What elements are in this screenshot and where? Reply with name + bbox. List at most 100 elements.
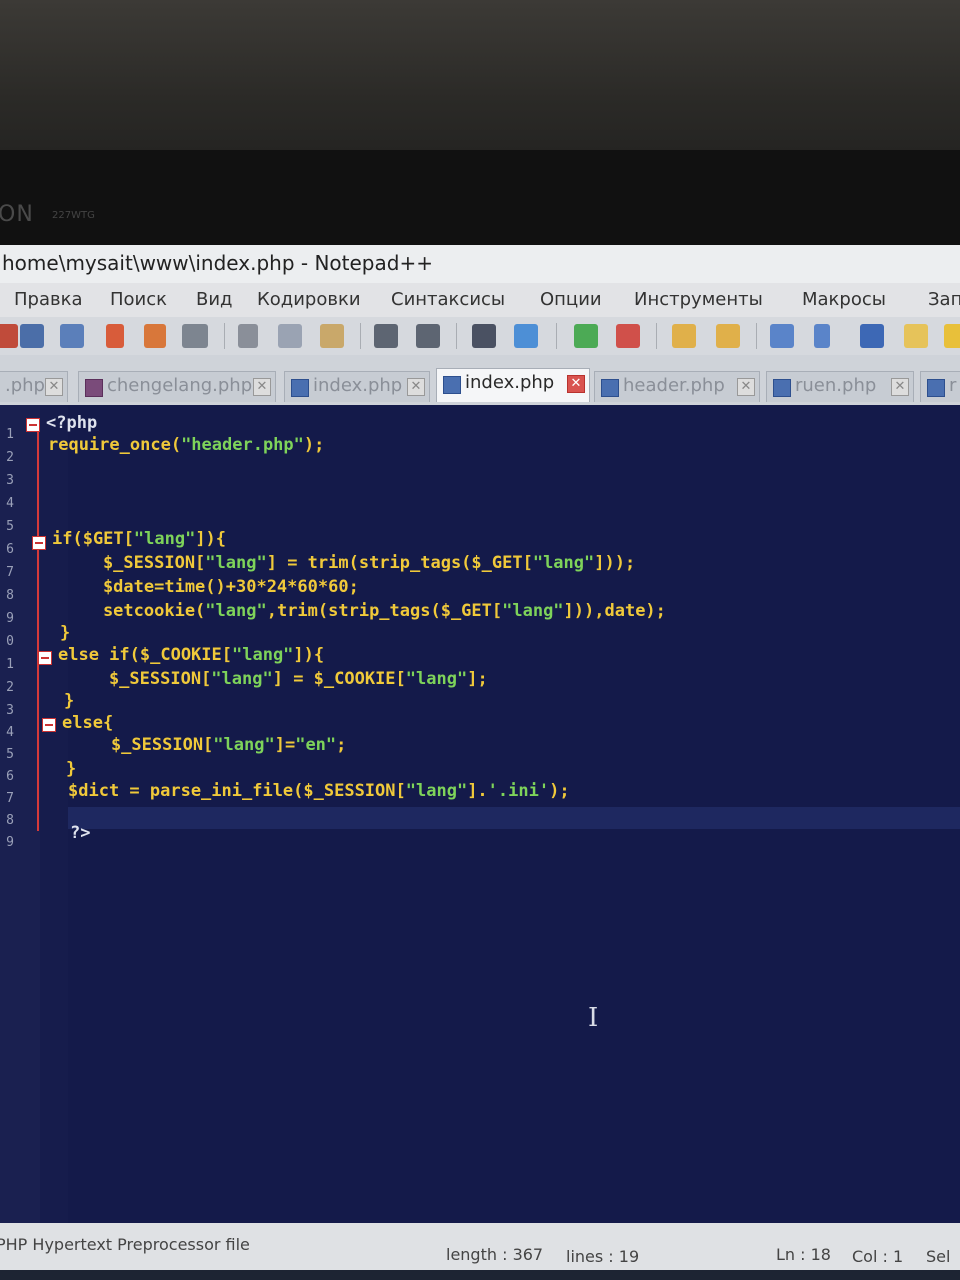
file-icon [927,379,945,397]
line-number: 6 [6,542,14,557]
code-line-10: } [60,623,71,643]
menu-encoding[interactable]: Кодировки [257,289,361,310]
fold-toggle-icon[interactable] [32,536,46,550]
tab-index-1[interactable]: index.php ✕ [284,371,430,402]
line-number: 4 [6,496,14,511]
tab-header[interactable]: header.php ✕ [594,371,760,402]
file-icon [773,379,791,397]
paste-icon[interactable] [320,324,344,348]
folder-icon[interactable] [904,324,928,348]
macro-icon[interactable] [944,324,960,348]
code-line-8: $date=time()+30*24*60*60; [62,577,359,597]
line-number: 4 [6,725,14,740]
find-icon[interactable] [472,324,496,348]
toolbar-separator [456,323,457,349]
line-number: 2 [6,450,14,465]
windows-taskbar [0,1270,960,1280]
zoom-in-icon[interactable] [574,324,598,348]
file-icon [443,376,461,394]
status-lines: lines : 19 [566,1247,640,1266]
line-number: 5 [6,519,14,534]
redo-icon[interactable] [416,324,440,348]
copy-icon[interactable] [278,324,302,348]
line-number: 7 [6,565,14,580]
save-all-icon[interactable] [60,324,84,348]
status-line-number: Ln : 18 [776,1245,831,1264]
code-line-2: require_once("header.php"); [48,435,325,455]
current-line-highlight [68,807,960,829]
tab-ruen[interactable]: ruen.php ✕ [766,371,914,402]
close-all-icon[interactable] [144,324,166,348]
line-number: 8 [6,813,14,828]
code-line-9: setcookie("lang",trim(strip_tags($_GET["… [62,601,666,621]
tab-label: ruen.php [795,375,877,396]
tab-label: chengelang.php [107,375,253,396]
tab-index-active[interactable]: index.php ✕ [436,368,590,402]
word-wrap-icon[interactable] [770,324,794,348]
line-number: 6 [6,769,14,784]
menu-bar: Правка Поиск Вид Кодировки Синтаксисы Оп… [0,283,960,317]
sync-h-icon[interactable] [716,324,740,348]
tab-close-icon[interactable]: ✕ [891,378,909,396]
menu-search[interactable]: Поиск [110,289,167,310]
code-editor[interactable]: 1 2 3 4 5 6 7 8 9 0 1 2 3 4 5 6 7 8 9 <?… [0,405,960,1225]
code-line-17: $dict = parse_ini_file($_SESSION["lang"]… [68,781,570,801]
menu-macro[interactable]: Макросы [802,289,886,310]
monitor-bezel [0,0,960,245]
save-icon[interactable] [20,324,44,348]
fold-toggle-icon[interactable] [38,651,52,665]
zoom-out-icon[interactable] [616,324,640,348]
monitor-brand-logo: ON [0,202,34,227]
undo-icon[interactable] [374,324,398,348]
code-line-14: else{ [62,713,114,733]
code-line-12: $_SESSION["lang"] = $_COOKIE["lang"]; [68,669,488,689]
tab-bar: .php ✕ chengelang.php ✕ index.php ✕ inde… [0,355,960,405]
text-cursor-icon: I [588,1003,599,1033]
status-selection: Sel [926,1247,951,1266]
line-number: 1 [6,657,14,672]
tab-close-icon[interactable]: ✕ [45,378,63,396]
line-number: 0 [6,634,14,649]
replace-icon[interactable] [514,324,538,348]
status-bar: PHP Hypertext Preprocessor file length :… [0,1223,960,1270]
cut-icon[interactable] [238,324,258,348]
monitor-model-label: 227WTG [52,210,95,221]
show-all-chars-icon[interactable] [814,324,830,348]
close-icon[interactable] [106,324,124,348]
line-number-gutter: 1 2 3 4 5 6 7 8 9 0 1 2 3 4 5 6 7 8 9 [0,405,40,1225]
fold-toggle-icon[interactable] [42,718,56,732]
menu-run[interactable]: Зап [928,289,960,310]
print-icon[interactable] [182,324,208,348]
line-number: 3 [6,473,14,488]
code-line-13: } [64,691,75,711]
code-line-19: ?> [70,823,91,843]
tab-close-icon[interactable]: ✕ [737,378,755,396]
tab-close-icon[interactable]: ✕ [407,378,425,396]
menu-settings[interactable]: Опции [540,289,602,310]
menu-language[interactable]: Синтаксисы [391,289,505,310]
code-line-15: $_SESSION["lang"]="en"; [70,735,347,755]
file-icon [85,379,103,397]
file-icon [601,379,619,397]
notepad-plus-plus-window: home\mysait\www\index.php - Notepad++ Пр… [0,245,960,1270]
tab-partial[interactable]: r [920,371,960,402]
menu-tools[interactable]: Инструменты [634,289,763,310]
new-icon[interactable] [0,324,18,348]
tab-label: r [949,375,957,396]
toolbar-separator [656,323,657,349]
code-line-16: } [66,759,77,779]
toolbar-separator [224,323,225,349]
tab-close-icon[interactable]: ✕ [253,378,271,396]
line-number: 7 [6,791,14,806]
status-file-type: PHP Hypertext Preprocessor file [0,1235,250,1254]
indent-guide-icon[interactable] [860,324,884,348]
tab-close-icon[interactable]: ✕ [567,375,585,393]
menu-edit[interactable]: Правка [14,289,83,310]
fold-toggle-icon[interactable] [26,418,40,432]
menu-view[interactable]: Вид [196,289,233,310]
tab-file[interactable]: .php ✕ [0,371,68,402]
file-icon [291,379,309,397]
tab-chengelang[interactable]: chengelang.php ✕ [78,371,276,402]
line-number: 8 [6,588,14,603]
sync-v-icon[interactable] [672,324,696,348]
